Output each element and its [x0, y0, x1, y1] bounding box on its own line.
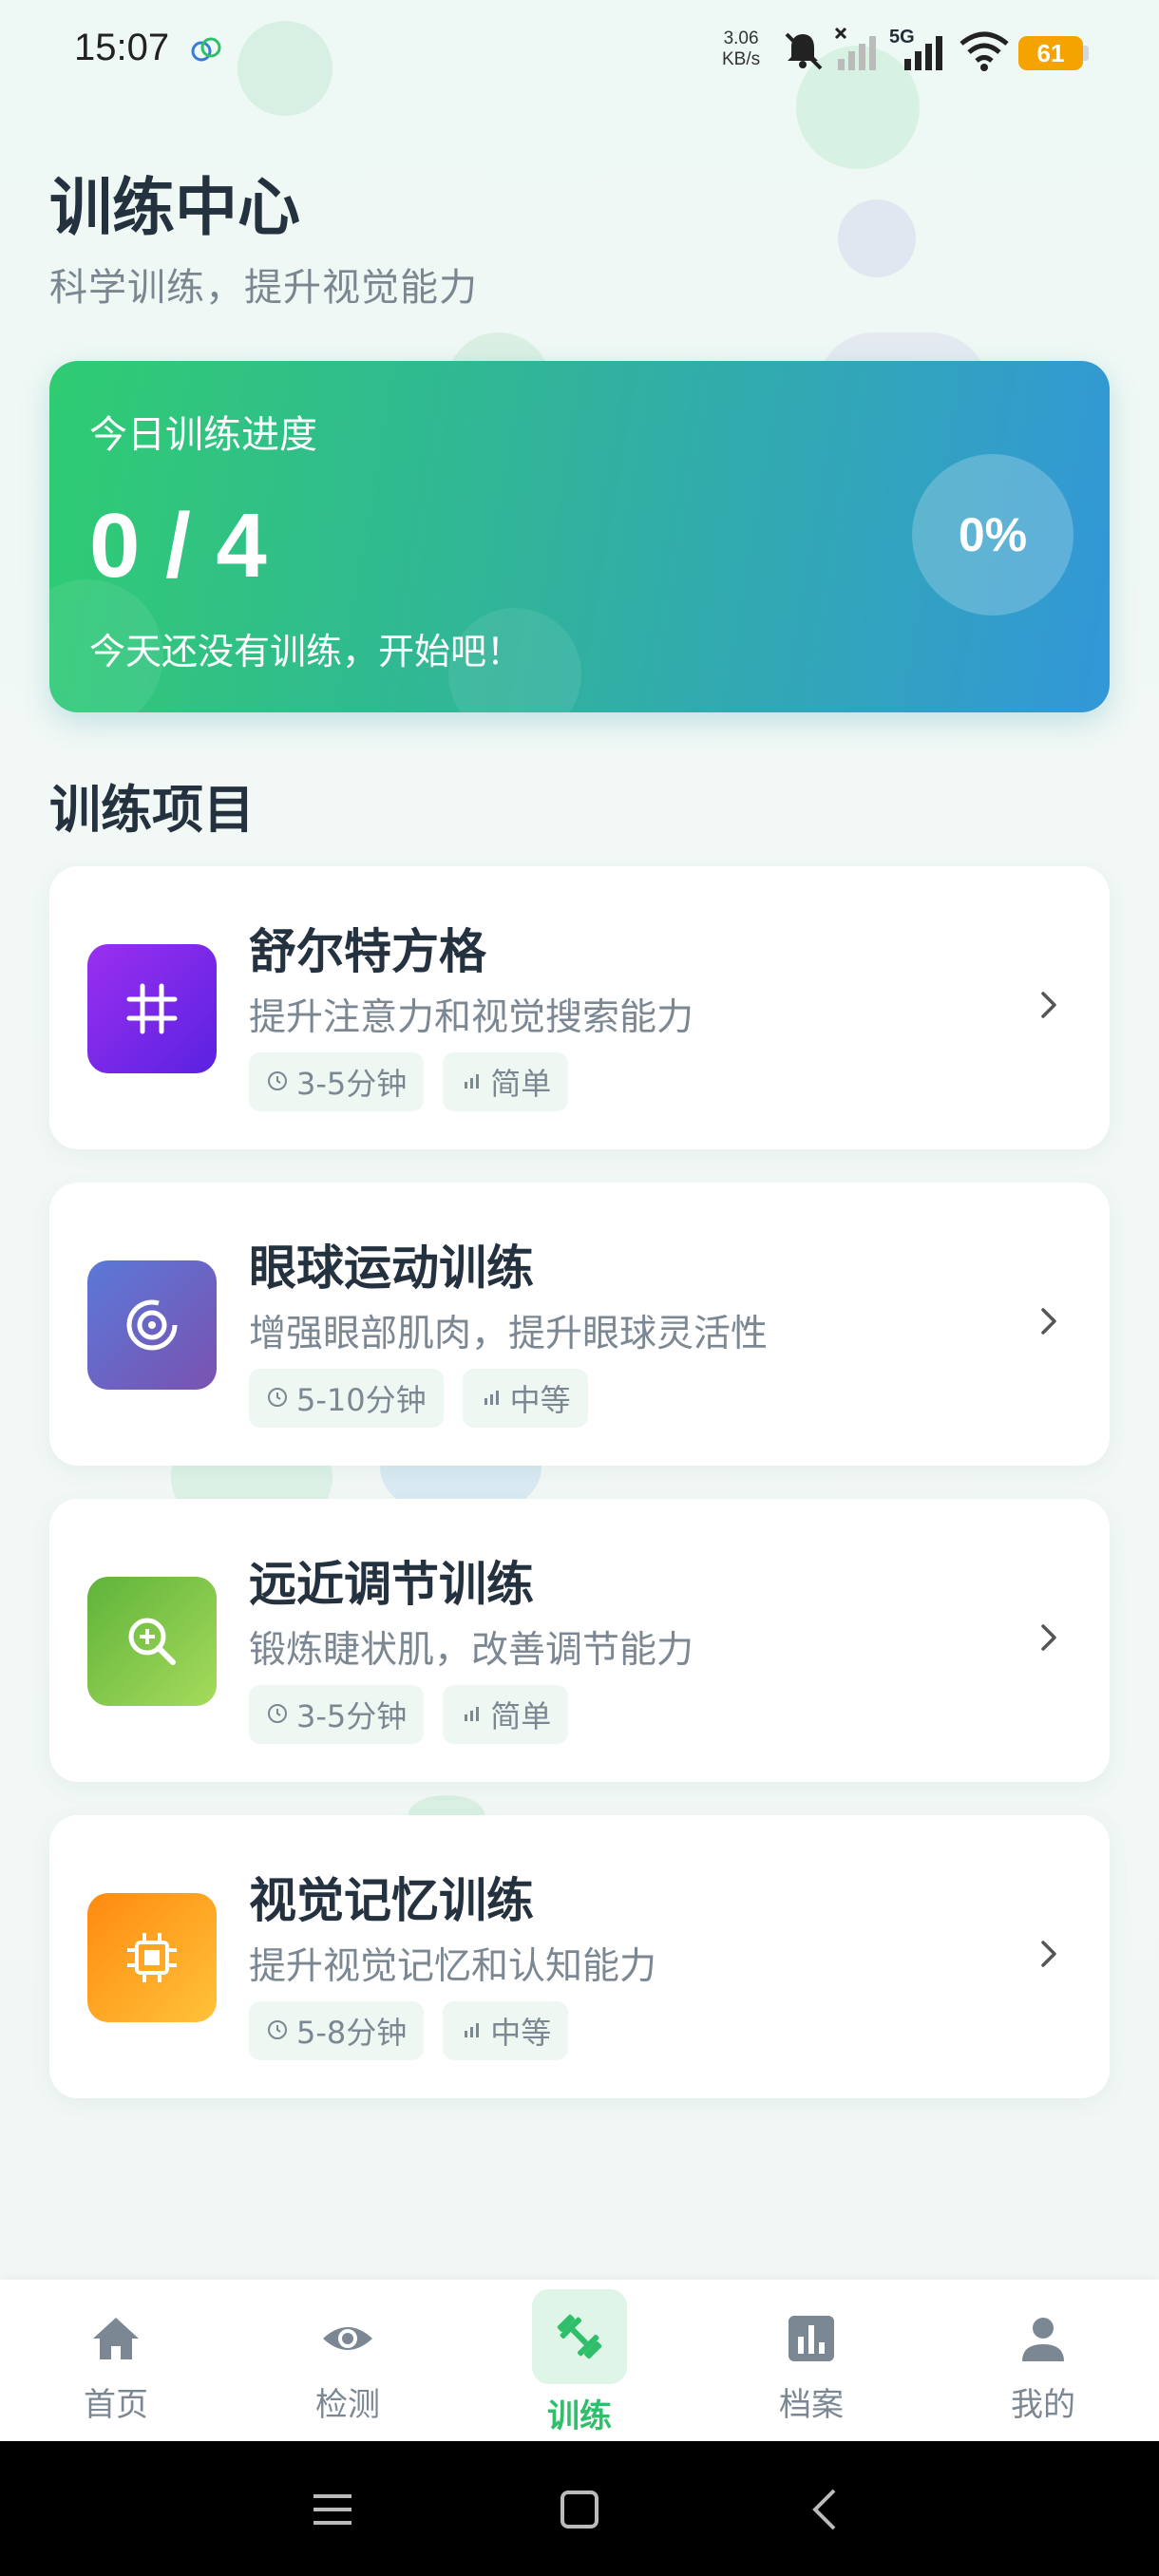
home-icon: [78, 2301, 154, 2377]
section-title: 训练项目: [49, 780, 255, 840]
duration-text: 5-10分钟: [296, 1382, 427, 1418]
level-tag: 简单: [443, 1052, 569, 1111]
level-tag: 中等: [462, 1369, 588, 1428]
grid-icon: [87, 944, 217, 1073]
net-speed: 3.06 KB/s: [722, 28, 761, 69]
duration-tag: 3-5分钟: [249, 1052, 425, 1111]
level-text: 中等: [490, 2015, 552, 2051]
nav-label: 检测: [315, 2386, 380, 2424]
training-name: 远近调节训练: [249, 1557, 534, 1612]
chip-icon: [87, 1893, 217, 2022]
progress-message: 今天还没有训练，开始吧！: [89, 631, 523, 672]
battery-tip: [1083, 46, 1089, 61]
nav-label: 首页: [84, 2386, 148, 2424]
user-icon: [1005, 2301, 1081, 2377]
mute-bell-icon: [785, 32, 823, 70]
menu-icon[interactable]: [304, 2481, 361, 2538]
chevron-right-icon: [1041, 992, 1056, 1018]
status-bar: 15:07 3.06 KB/s 5G 61: [0, 0, 1159, 104]
level-text: 简单: [490, 1698, 552, 1734]
duration-text: 3-5分钟: [296, 1698, 408, 1734]
duration-tag: 5-10分钟: [249, 1369, 444, 1428]
chevron-right-icon: [1041, 1308, 1056, 1335]
dumbbell-icon: [532, 2289, 627, 2384]
bottom-nav: 首页 检测 训练 档案 我的: [0, 2280, 1159, 2441]
zoom-icon: [87, 1577, 217, 1706]
battery-level: 61: [1018, 36, 1083, 70]
duration-tag: 3-5分钟: [249, 1685, 425, 1744]
training-desc: 锻炼睫状肌，改善调节能力: [249, 1629, 694, 1672]
level-icon: [460, 1696, 483, 1733]
training-name: 视觉记忆训练: [249, 1873, 534, 1928]
level-text: 简单: [490, 1066, 552, 1102]
signal-icon: [834, 27, 876, 70]
cloud-icon: [191, 37, 221, 62]
level-text: 中等: [509, 1382, 571, 1418]
progress-count: 0 / 4: [89, 495, 267, 597]
training-card[interactable]: 舒尔特方格提升注意力和视觉搜索能力 3-5分钟 简单: [49, 866, 1110, 1149]
training-card[interactable]: 视觉记忆训练提升视觉记忆和认知能力 5-8分钟 中等: [49, 1815, 1110, 2098]
clock-icon: [266, 1064, 289, 1100]
daily-progress-card: 今日训练进度 0 / 4 今天还没有训练，开始吧！ 0%: [49, 361, 1110, 712]
back-icon[interactable]: [798, 2481, 855, 2538]
training-card[interactable]: 远近调节训练锻炼睫状肌，改善调节能力 3-5分钟 简单: [49, 1499, 1110, 1782]
nav-records[interactable]: 档案: [695, 2280, 927, 2441]
target-icon: [87, 1260, 217, 1390]
training-desc: 提升注意力和视觉搜索能力: [249, 996, 694, 1039]
page-subtitle: 科学训练，提升视觉能力: [49, 266, 478, 310]
training-desc: 提升视觉记忆和认知能力: [249, 1945, 657, 1988]
nav-profile[interactable]: 我的: [927, 2280, 1159, 2441]
nav-home[interactable]: 首页: [0, 2280, 232, 2441]
nav-training[interactable]: 训练: [464, 2280, 695, 2441]
clock-icon: [266, 1380, 289, 1416]
level-icon: [460, 1064, 483, 1100]
chevron-right-icon: [1041, 1941, 1056, 1967]
clock-icon: [266, 1696, 289, 1733]
nav-detect[interactable]: 检测: [232, 2280, 464, 2441]
wifi-icon: [960, 31, 1009, 71]
duration-text: 3-5分钟: [296, 1066, 408, 1102]
training-name: 眼球运动训练: [249, 1241, 534, 1296]
level-icon: [460, 2013, 483, 2049]
home-square-icon[interactable]: [551, 2481, 608, 2538]
progress-percent: 0%: [912, 454, 1074, 616]
training-desc: 增强眼部肌肉，提升眼球灵活性: [249, 1313, 769, 1355]
level-tag: 简单: [443, 1685, 569, 1744]
signal-strength-icon: [904, 36, 942, 70]
chart-icon: [773, 2301, 849, 2377]
system-nav-bar: [0, 2441, 1159, 2576]
nav-label: 我的: [1011, 2386, 1075, 2424]
clock-icon: [266, 2013, 289, 2049]
level-tag: 中等: [443, 2001, 569, 2060]
eye-icon: [310, 2301, 386, 2377]
progress-label: 今日训练进度: [89, 413, 317, 457]
nav-label: 训练: [547, 2397, 612, 2435]
nav-label: 档案: [779, 2386, 844, 2424]
duration-tag: 5-8分钟: [249, 2001, 425, 2060]
training-name: 舒尔特方格: [249, 924, 486, 979]
status-time: 15:07: [74, 27, 170, 68]
decor-bubble: [838, 199, 916, 277]
page-title: 训练中心: [49, 171, 300, 244]
training-card[interactable]: 眼球运动训练增强眼部肌肉，提升眼球灵活性 5-10分钟 中等: [49, 1183, 1110, 1466]
duration-text: 5-8分钟: [296, 2015, 408, 2051]
chevron-right-icon: [1041, 1624, 1056, 1651]
level-icon: [480, 1380, 503, 1416]
